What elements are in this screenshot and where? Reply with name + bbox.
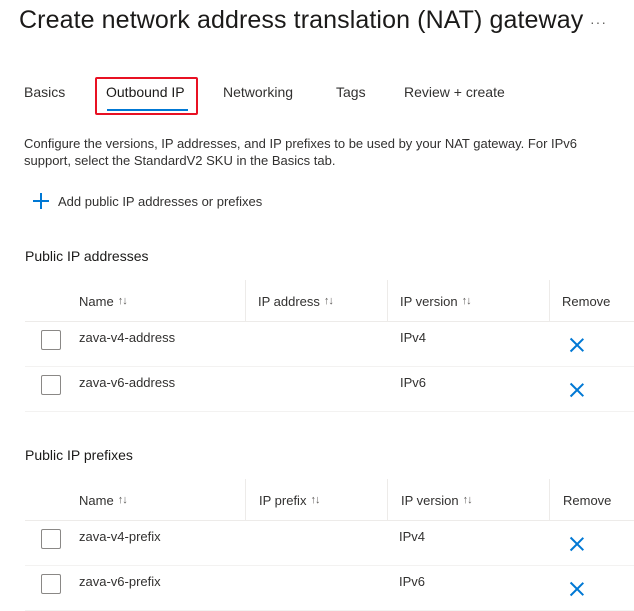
sort-arrows-icon: ↑↓	[462, 494, 473, 506]
column-divider	[245, 280, 246, 322]
sort-arrows-icon: ↑↓	[461, 295, 472, 307]
column-header-ip-version[interactable]: IP version ↑↓	[401, 479, 473, 521]
column-header-remove: Remove	[562, 280, 610, 322]
table-row: zava-v4-prefix IPv4	[25, 521, 634, 566]
public-ip-addresses-title: Public IP addresses	[25, 248, 149, 264]
row-name: zava-v4-address	[79, 330, 176, 345]
column-header-name[interactable]: Name ↑↓	[79, 280, 128, 322]
column-divider	[387, 479, 388, 521]
page-title: Create network address translation (NAT)…	[19, 6, 584, 34]
row-version: IPv4	[400, 330, 427, 345]
close-icon[interactable]	[569, 536, 585, 552]
column-header-ip-prefix[interactable]: IP prefix ↑↓	[259, 479, 320, 521]
row-checkbox[interactable]	[41, 375, 61, 395]
tab-tags[interactable]: Tags	[336, 84, 366, 100]
public-ip-addresses-grid: Name ↑↓ IP address ↑↓ IP version ↑↓ Remo…	[25, 280, 634, 412]
more-actions-button[interactable]: ···	[590, 14, 607, 30]
column-divider	[549, 280, 550, 322]
grid-header: Name ↑↓ IP address ↑↓ IP version ↑↓ Remo…	[25, 280, 634, 322]
column-label: Remove	[562, 293, 611, 309]
column-label: Remove	[563, 492, 612, 508]
column-label: IP version	[400, 293, 458, 309]
close-icon[interactable]	[569, 382, 585, 398]
column-label: Name	[79, 492, 114, 508]
tab-review-create[interactable]: Review + create	[404, 84, 505, 100]
sort-arrows-icon: ↑↓	[323, 295, 334, 307]
column-header-name[interactable]: Name ↑↓	[79, 479, 128, 521]
row-name: zava-v6-address	[79, 375, 176, 390]
tab-list: Basics Outbound IP Networking Tags Revie…	[24, 84, 624, 108]
column-divider	[549, 479, 550, 521]
column-label: IP version	[401, 492, 459, 508]
row-version: IPv4	[399, 529, 426, 544]
public-ip-prefixes-title: Public IP prefixes	[25, 447, 133, 463]
public-ip-prefixes-grid: Name ↑↓ IP prefix ↑↓ IP version ↑↓ Remov…	[25, 479, 634, 611]
description-text: Configure the versions, IP addresses, an…	[24, 136, 578, 168]
sort-arrows-icon: ↑↓	[310, 494, 320, 506]
row-version: IPv6	[399, 574, 426, 589]
row-checkbox[interactable]	[41, 574, 61, 594]
add-icon	[33, 193, 49, 209]
tab-basics[interactable]: Basics	[24, 84, 65, 100]
row-checkbox[interactable]	[41, 529, 61, 549]
row-name: zava-v6-prefix	[79, 574, 161, 589]
close-icon[interactable]	[569, 337, 585, 353]
tab-outbound-ip[interactable]: Outbound IP	[106, 84, 185, 100]
column-label: IP address	[258, 293, 320, 309]
close-icon[interactable]	[569, 581, 585, 597]
add-public-ip-link[interactable]: Add public IP addresses or prefixes	[33, 192, 262, 210]
column-header-remove: Remove	[563, 479, 611, 521]
column-header-ip-address[interactable]: IP address ↑↓	[258, 280, 334, 322]
tab-networking[interactable]: Networking	[223, 84, 293, 100]
column-divider	[387, 280, 388, 322]
sort-arrows-icon: ↑↓	[117, 295, 128, 307]
column-header-ip-version[interactable]: IP version ↑↓	[400, 280, 472, 322]
table-row: zava-v6-address IPv6	[25, 367, 634, 412]
row-checkbox[interactable]	[41, 330, 61, 350]
grid-header: Name ↑↓ IP prefix ↑↓ IP version ↑↓ Remov…	[25, 479, 634, 521]
add-link-label: Add public IP addresses or prefixes	[58, 193, 263, 209]
row-name: zava-v4-prefix	[79, 529, 161, 544]
column-label: Name	[79, 293, 114, 309]
row-version: IPv6	[400, 375, 427, 390]
column-label: IP prefix	[259, 492, 307, 508]
table-row: zava-v6-prefix IPv6	[25, 566, 634, 611]
sort-arrows-icon: ↑↓	[117, 494, 128, 506]
active-tab-underline	[107, 109, 188, 111]
column-divider	[245, 479, 246, 521]
table-row: zava-v4-address IPv4	[25, 322, 634, 367]
